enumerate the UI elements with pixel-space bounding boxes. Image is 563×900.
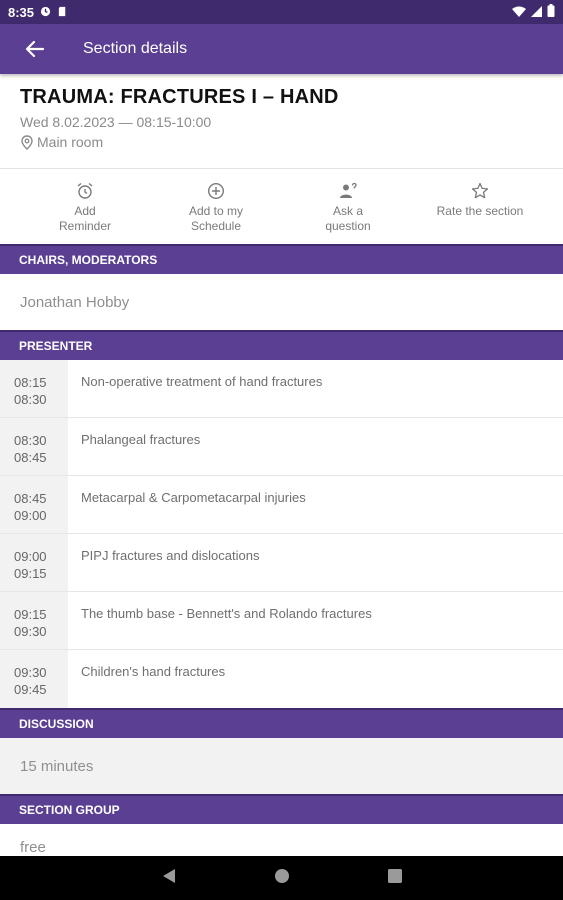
talk-end: 08:45 — [14, 450, 47, 465]
discussion-header: DISCUSSION — [0, 708, 563, 738]
talk-start: 09:00 — [14, 549, 47, 564]
talk-start: 09:15 — [14, 607, 47, 622]
arrow-back-icon — [25, 40, 45, 58]
talk-time: 08:30 08:45 — [0, 418, 68, 475]
section-room: Main room — [20, 134, 543, 150]
chairs-header: CHAIRS, MODERATORS — [0, 244, 563, 274]
talk-end: 09:30 — [14, 624, 47, 639]
app-bar: Section details — [0, 24, 563, 74]
talk-row[interactable]: 08:15 08:30 Non-operative treatment of h… — [0, 360, 563, 418]
talk-start: 09:30 — [14, 665, 47, 680]
talk-row[interactable]: 08:30 08:45 Phalangeal fractures — [0, 418, 563, 476]
talk-time: 09:30 09:45 — [0, 650, 68, 708]
chair-name: Jonathan Hobby — [20, 293, 130, 311]
page-title: Section details — [83, 40, 188, 57]
section-title: TRAUMA: FRACTURES I – HAND — [20, 86, 339, 108]
back-button[interactable] — [5, 24, 65, 74]
talk-row[interactable]: 08:45 09:00 Metacarpal & Carpometacarpal… — [0, 476, 563, 534]
talk-title: Children's hand fractures — [81, 664, 226, 679]
add-to-schedule-button[interactable]: Add to my Schedule — [170, 170, 262, 244]
talk-title: Metacarpal & Carpometacarpal injuries — [81, 490, 306, 505]
action-bar: Add Reminder Add to my Schedule Ask a qu… — [0, 170, 563, 244]
talk-time: 09:15 09:30 — [0, 592, 68, 649]
ask-question-label-1: Ask a — [332, 204, 363, 218]
section-group-header: SECTION GROUP — [0, 794, 563, 824]
talk-title: The thumb base - Bennett's and Rolando f… — [81, 606, 372, 621]
status-bar: 8:35 — [0, 0, 563, 24]
person-question-icon — [340, 182, 357, 198]
talk-end: 09:45 — [14, 682, 47, 697]
signal-icon — [531, 5, 542, 20]
talk-row[interactable]: 09:30 09:45 Children's hand fractures — [0, 650, 563, 708]
ask-question-label-2: question — [325, 219, 371, 233]
talk-end: 08:30 — [14, 392, 47, 407]
section-header: TRAUMA: FRACTURES I – HAND Wed 8.02.2023… — [0, 74, 563, 169]
add-to-schedule-label: Add to my Schedule — [188, 204, 244, 233]
talk-time: 09:00 09:15 — [0, 534, 68, 591]
add-reminder-button[interactable]: Add Reminder — [0, 170, 170, 244]
talk-list: 08:15 08:30 Non-operative treatment of h… — [0, 360, 563, 708]
location-pin-icon — [21, 134, 33, 150]
talk-row[interactable]: 09:00 09:15 PIPJ fractures and dislocati… — [0, 534, 563, 592]
talk-title: PIPJ fractures and dislocations — [81, 548, 260, 563]
talk-title: Non-operative treatment of hand fracture… — [81, 374, 323, 389]
battery-icon — [547, 4, 555, 20]
section-room-label: Main room — [37, 134, 104, 150]
talk-time: 08:45 09:00 — [0, 476, 68, 533]
discussion-value: 15 minutes — [0, 738, 563, 794]
talk-time: 08:15 08:30 — [0, 360, 68, 417]
star-icon — [471, 182, 489, 199]
add-reminder-label-1: Add — [74, 204, 96, 218]
alarm-icon — [77, 182, 93, 199]
talk-end: 09:15 — [14, 566, 47, 581]
nav-home-icon[interactable] — [274, 868, 290, 889]
system-nav-bar — [0, 856, 563, 900]
wifi-icon — [512, 5, 526, 20]
section-datetime: Wed 8.02.2023 — 08:15-10:00 — [20, 114, 212, 130]
section-group-value: free — [20, 839, 46, 856]
add-reminder-label-2: Reminder — [58, 219, 112, 233]
ask-question-button[interactable]: Ask a question — [262, 170, 434, 244]
talk-row[interactable]: 09:15 09:30 The thumb base - Bennett's a… — [0, 592, 563, 650]
talk-title: Phalangeal fractures — [81, 432, 201, 447]
rate-section-label: Rate the section — [436, 204, 524, 218]
nav-back-icon[interactable] — [162, 868, 176, 889]
presenter-header: PRESENTER — [0, 330, 563, 360]
status-time: 8:35 — [8, 4, 35, 20]
sd-card-icon — [57, 5, 68, 20]
add-circle-icon — [207, 182, 225, 200]
rate-section-button[interactable]: Rate the section — [434, 170, 526, 244]
talk-end: 09:00 — [14, 508, 47, 523]
talk-start: 08:15 — [14, 375, 47, 390]
sync-icon — [40, 5, 51, 20]
talk-start: 08:45 — [14, 491, 47, 506]
nav-recents-icon[interactable] — [387, 868, 402, 888]
talk-start: 08:30 — [14, 433, 47, 448]
